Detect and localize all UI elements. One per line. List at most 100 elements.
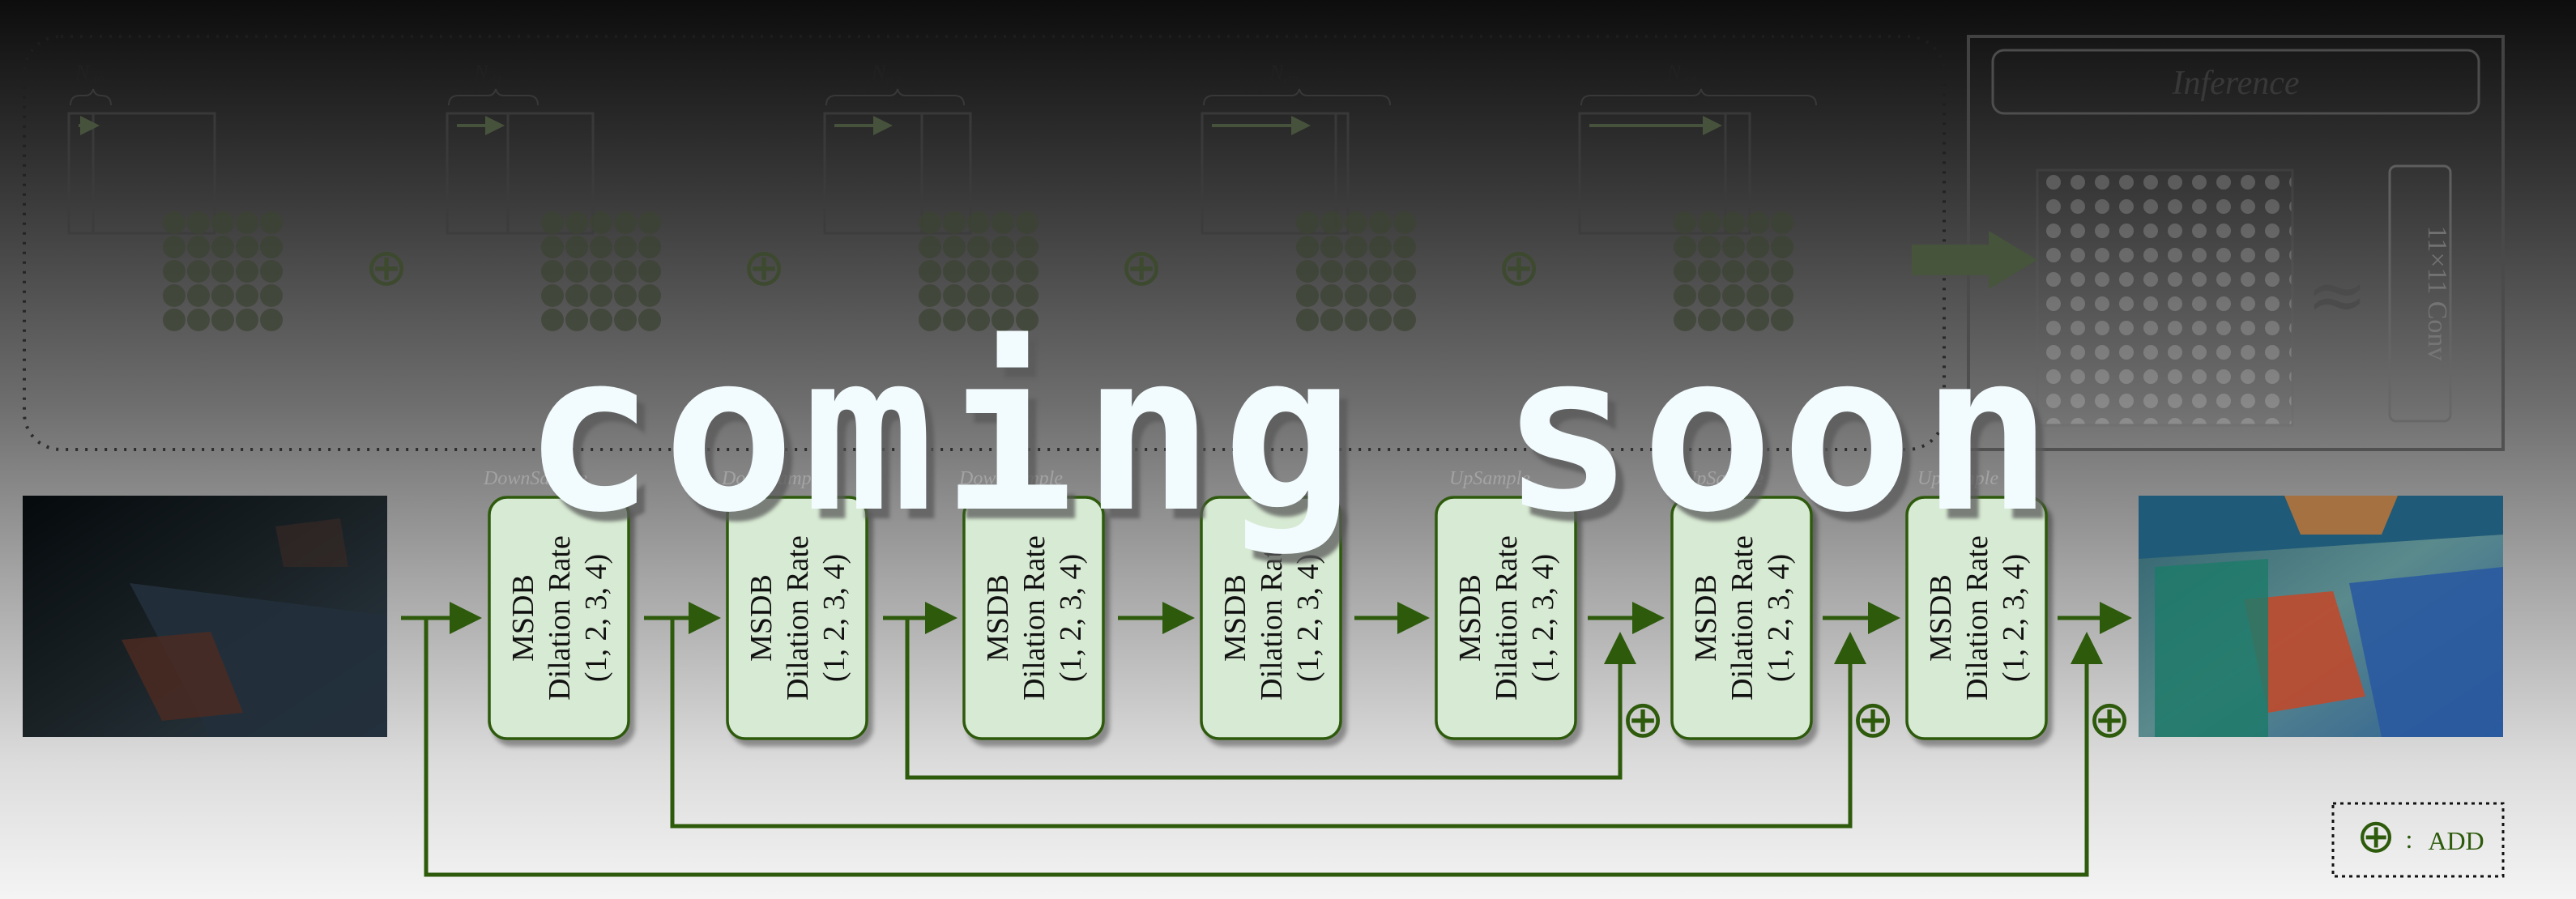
legend-add-label: ADD [2428,826,2484,855]
kernel-cell [211,309,234,331]
kernel-cell [163,309,186,331]
dilation-label-sub: d2 [885,73,900,89]
kernel-cell [1296,260,1319,283]
dilation-label-sub: d1 [488,73,502,89]
msdb-block-line1: MSDB [981,574,1015,662]
dilation-label: Nd1 [473,61,502,89]
kernel-cell [919,211,941,234]
kernel-cell [1722,284,1745,307]
kernel-cell [163,211,186,234]
conv-label: 11×11 Conv [2422,226,2452,361]
kernel-cell [187,284,210,307]
kernel-cell [565,284,588,307]
kernel-cell [1016,260,1039,283]
kernel-cell [1016,211,1039,234]
kernel-cell [260,309,283,331]
dilation-label-sub: d4 [1681,73,1695,89]
kernel-cell [1674,260,1696,283]
kernel-cell [187,260,210,283]
kernel-cell [1369,236,1392,258]
kernel-cell [236,260,258,283]
kernel-offset-box [823,112,923,235]
kernel-cell [992,211,1014,234]
kernel-cell [590,260,612,283]
kernel-cell [992,260,1014,283]
kernel-cell [1393,211,1416,234]
kernel-cell [943,236,966,258]
dilated-kernel-4: Nd4 [1578,61,1817,331]
kernel-cell [919,236,941,258]
kernel-cell [565,236,588,258]
kernel-cell [260,236,283,258]
kernel-cell [163,284,186,307]
inference-label: Inference [2171,65,2299,102]
kernel-cell [1393,236,1416,258]
kernel-cell [919,260,941,283]
kernel-cell [943,211,966,234]
kernel-cell [1296,284,1319,307]
kernel-cell [614,211,637,234]
dilation-brace [70,88,112,106]
kernel-offset-box [446,112,510,235]
msdb-block-line1: MSDB [1453,574,1487,662]
input-image [23,496,387,737]
plus-icon: ⊕ [365,238,408,298]
kernel-cell [967,236,990,258]
kernel-cell [1320,284,1343,307]
add-icon: ⊕ [1621,690,1665,750]
kernel-cell [1722,260,1745,283]
kernel-cell [1345,211,1367,234]
kernel-cell [236,309,258,331]
coming-soon-overlay: coming soon [522,305,2062,560]
kernel-cell [638,236,661,258]
kernel-cell [1698,211,1721,234]
kernel-cell [541,211,564,234]
add-icon: ⊕ [1851,690,1895,750]
legend-add-icon: ⊕ [2356,808,2396,863]
kernel-cell [967,284,990,307]
kernel-cell [541,236,564,258]
kernel-cell [541,284,564,307]
msdb-block-line3: (1, 2, 3, 4) [1526,554,1560,682]
kernel-cell [1722,211,1745,234]
dilation-brace [1580,88,1817,106]
kernel-cell [260,260,283,283]
kernel-cell [943,260,966,283]
kernel-cell [1369,284,1392,307]
dilated-kernels: Nd0 Nd1 ⊕ Nd2 ⊕ Nd3 ⊕ Nd4 ⊕ [67,61,1817,331]
dilation-label-sub: d3 [1283,73,1298,89]
dilation-brace [825,88,965,106]
msdb-block-line1: MSDB [1689,574,1723,662]
kernel-cell [1296,236,1319,258]
kernel-cell [1746,260,1769,283]
kernel-cell [992,284,1014,307]
kernel-cell [1698,284,1721,307]
kernel-cell [1771,284,1793,307]
kernel-cell [1393,260,1416,283]
kernel-cell [236,236,258,258]
dilated-kernel-1: Nd1 [446,61,661,331]
kernel-cell [187,211,210,234]
kernel-cell [260,211,283,234]
kernel-cell [1345,260,1367,283]
dilation-label: Nd2 [871,61,900,89]
kernel-cell [1016,236,1039,258]
kernel-cell [565,211,588,234]
kernel-cell [1674,211,1696,234]
kernel-cell [1296,211,1319,234]
kernel-cell [260,284,283,307]
kernel-cell [1016,284,1039,307]
kernel-cell [1393,284,1416,307]
dilation-brace [448,88,539,106]
figure-stage: Nd0 Nd1 ⊕ Nd2 ⊕ Nd3 ⊕ Nd4 ⊕ Inference ≈ 11×11 Co… [0,0,2576,899]
kernel-cell [1746,211,1769,234]
msdb-block-line3: (1, 2, 3, 4) [1054,554,1088,682]
kernel-offset-box [67,112,95,235]
kernel-cell [1771,211,1793,234]
kernel-cell [211,284,234,307]
dilation-brace [1203,88,1391,106]
kernel-cell [943,284,966,307]
kernel-cell [614,236,637,258]
legend-separator: : [2406,824,2413,854]
kernel-cell [236,284,258,307]
